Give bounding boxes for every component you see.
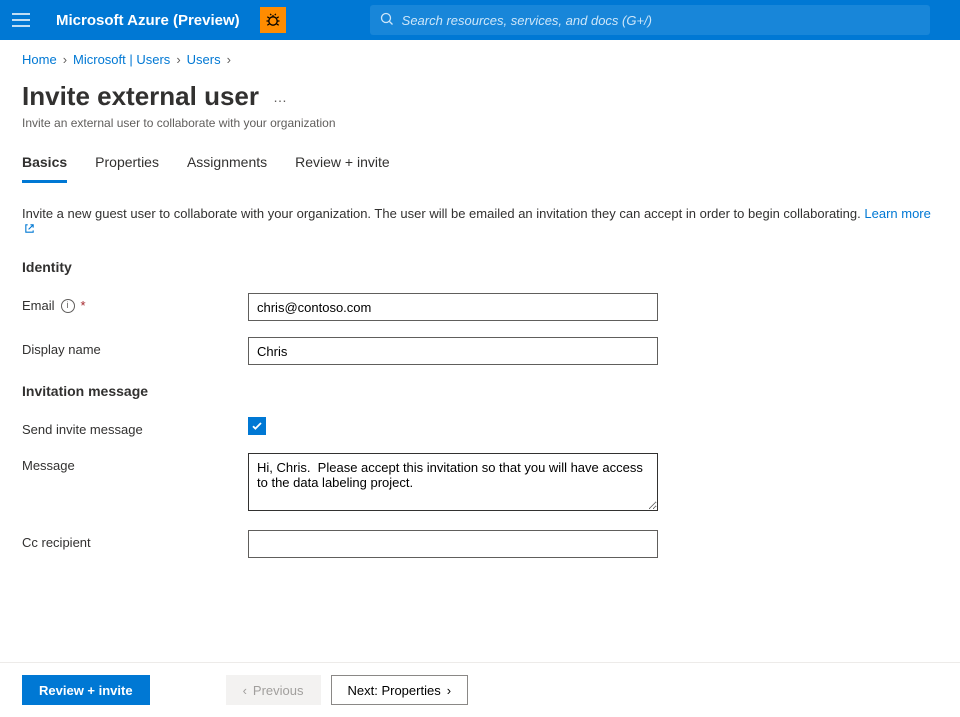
- brand-title[interactable]: Microsoft Azure (Preview): [56, 12, 240, 29]
- label-message: Message: [22, 453, 248, 473]
- breadcrumb-users[interactable]: Users: [187, 52, 221, 67]
- display-name-field[interactable]: [248, 337, 658, 365]
- breadcrumb: Home › Microsoft | Users › Users ›: [0, 40, 960, 73]
- chevron-right-icon: ›: [227, 52, 231, 67]
- row-send-invite: Send invite message: [22, 417, 938, 437]
- description: Invite a new guest user to collaborate w…: [22, 206, 938, 237]
- search-icon: [380, 12, 394, 29]
- section-invitation-title: Invitation message: [22, 383, 938, 399]
- page-header: Invite external user … Invite an externa…: [0, 73, 960, 136]
- tab-review-invite[interactable]: Review + invite: [295, 154, 390, 183]
- chevron-right-icon: ›: [63, 52, 67, 67]
- external-link-icon: [24, 222, 35, 237]
- more-actions-icon[interactable]: …: [273, 89, 288, 105]
- page-subtitle: Invite an external user to collaborate w…: [22, 116, 938, 130]
- breadcrumb-users-dir[interactable]: Microsoft | Users: [73, 52, 170, 67]
- previous-button: ‹ Previous: [226, 675, 321, 705]
- label-display-name: Display name: [22, 337, 248, 357]
- row-cc: Cc recipient: [22, 530, 938, 558]
- footer: Review + invite ‹ Previous Next: Propert…: [0, 662, 960, 717]
- tabs: Basics Properties Assignments Review + i…: [0, 136, 960, 184]
- label-cc: Cc recipient: [22, 530, 248, 550]
- chevron-left-icon: ‹: [243, 683, 247, 698]
- message-field[interactable]: [248, 453, 658, 511]
- description-text: Invite a new guest user to collaborate w…: [22, 206, 861, 221]
- content-area: Invite a new guest user to collaborate w…: [0, 184, 960, 662]
- cc-field[interactable]: [248, 530, 658, 558]
- global-search[interactable]: [370, 5, 930, 35]
- row-email: Email i *: [22, 293, 938, 321]
- chevron-right-icon: ›: [447, 683, 451, 698]
- required-indicator: *: [81, 298, 86, 313]
- info-icon[interactable]: i: [61, 299, 75, 313]
- tab-basics[interactable]: Basics: [22, 154, 67, 183]
- next-button[interactable]: Next: Properties ›: [331, 675, 469, 705]
- section-identity-title: Identity: [22, 259, 938, 275]
- email-field[interactable]: [248, 293, 658, 321]
- breadcrumb-home[interactable]: Home: [22, 52, 57, 67]
- bug-icon[interactable]: [260, 7, 286, 33]
- send-invite-checkbox[interactable]: [248, 417, 266, 435]
- label-email: Email i *: [22, 293, 248, 313]
- row-message: Message: [22, 453, 938, 514]
- nav-buttons: ‹ Previous Next: Properties ›: [226, 675, 468, 705]
- label-send-invite: Send invite message: [22, 417, 248, 437]
- top-bar: Microsoft Azure (Preview): [0, 0, 960, 40]
- chevron-right-icon: ›: [176, 52, 180, 67]
- page-title: Invite external user: [22, 81, 259, 112]
- row-display-name: Display name: [22, 337, 938, 365]
- hamburger-menu-icon[interactable]: [10, 9, 32, 31]
- review-invite-button[interactable]: Review + invite: [22, 675, 150, 705]
- tab-assignments[interactable]: Assignments: [187, 154, 267, 183]
- search-input[interactable]: [402, 13, 920, 28]
- tab-properties[interactable]: Properties: [95, 154, 159, 183]
